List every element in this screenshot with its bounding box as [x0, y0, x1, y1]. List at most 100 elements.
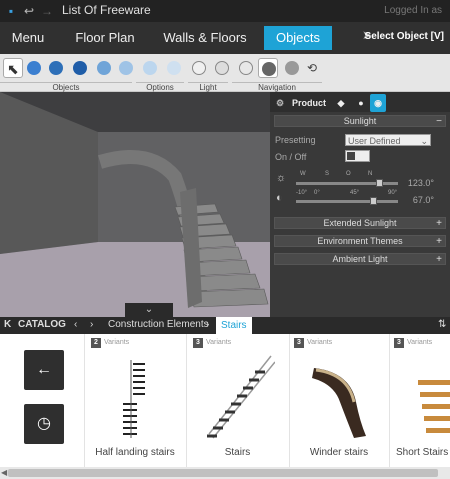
- half-landing-stairs-image: [123, 360, 145, 438]
- title-bar: ▪ ↩ → List Of Freeware Logged In as: [0, 0, 450, 22]
- breadcrumb-separator: ›: [206, 319, 210, 330]
- collapse-catalog-icon[interactable]: ⌄: [125, 303, 173, 317]
- altitude-label-max: 90°: [388, 190, 398, 196]
- altitude-value: 67.0°: [412, 195, 434, 205]
- altitude-slider-track[interactable]: [296, 200, 398, 203]
- compass-label-o: O: [346, 171, 351, 177]
- move-tool-icon[interactable]: [24, 58, 44, 78]
- forward-chevron-icon[interactable]: ›: [90, 319, 93, 330]
- catalog-item-half-landing-stairs[interactable]: 2 Variants Half landing stairs: [84, 334, 185, 467]
- tab-product[interactable]: Product: [292, 94, 326, 112]
- presetting-select[interactable]: User Defined ⌄: [345, 134, 431, 146]
- save-icon[interactable]: ▪: [4, 4, 18, 18]
- ambient-light-section[interactable]: Ambient Light +: [274, 253, 446, 265]
- menu-tab-menu[interactable]: Menu: [0, 22, 56, 54]
- sun-azimuth-icon: ☼: [276, 172, 287, 184]
- light-tab-icon[interactable]: ●: [354, 94, 368, 112]
- 3d-scene: [0, 92, 270, 317]
- sunlight-section-header[interactable]: Sunlight −: [274, 115, 446, 127]
- undo-icon[interactable]: ↩: [22, 4, 36, 18]
- scroll-left-icon[interactable]: ◀: [1, 468, 7, 477]
- altitude-label-min: -10°: [296, 190, 308, 196]
- sun-altitude-icon: ◐: [276, 192, 283, 204]
- variant-count-badge: 3: [394, 338, 404, 348]
- catalog-scrollbar[interactable]: ◀: [0, 467, 450, 479]
- paint-tool-icon[interactable]: [94, 58, 114, 78]
- menu-tab-objects[interactable]: Objects: [264, 26, 332, 50]
- toolbar-group-navigation: Navigation: [232, 82, 322, 92]
- variant-count-badge: 3: [193, 338, 203, 348]
- options-tool-icon[interactable]: [140, 58, 160, 78]
- item-name: Stairs: [224, 447, 251, 458]
- compass-label-w: W: [300, 171, 306, 177]
- environment-themes-title: Environment Themes: [317, 236, 403, 246]
- onoff-label: On / Off: [275, 152, 307, 162]
- 3d-viewport[interactable]: ⌄: [0, 92, 270, 317]
- sunlight-toggle[interactable]: [345, 150, 370, 162]
- menu-tab-walls-floors[interactable]: Walls & Floors: [158, 22, 252, 54]
- winder-stairs-image: [312, 368, 366, 438]
- breadcrumb-construction-elements[interactable]: Construction Elements: [108, 319, 209, 330]
- ambient-light-title: Ambient Light: [332, 254, 388, 264]
- altitude-slider-handle[interactable]: [370, 197, 377, 205]
- toolbar-group-light: Light: [188, 82, 228, 92]
- panel-tabs: ⚙ Product ◆ ● ◉: [270, 92, 450, 112]
- azimuth-slider-handle[interactable]: [376, 179, 383, 187]
- elevate-tool-icon[interactable]: [70, 58, 90, 78]
- product-tab-icon[interactable]: ⚙: [276, 94, 284, 112]
- menu-tab-floor-plan[interactable]: Floor Plan: [66, 22, 144, 54]
- compass-label-s: S: [325, 171, 330, 177]
- catalog-label: CATALOG: [18, 319, 66, 330]
- redo-icon[interactable]: →: [40, 4, 54, 18]
- sort-icon[interactable]: ⇅: [438, 319, 446, 330]
- stairs-image: [207, 355, 275, 439]
- snap-tool-icon[interactable]: [164, 58, 184, 78]
- history-clock-button[interactable]: ◷: [24, 404, 64, 444]
- toolbar-group-objects: Objects: [0, 82, 132, 92]
- azimuth-value: 123.0°: [407, 178, 434, 188]
- back-chevron-icon[interactable]: ‹: [74, 319, 77, 330]
- window-title: List Of Freeware: [62, 3, 151, 17]
- expand-plus-icon[interactable]: +: [436, 218, 442, 229]
- material-tab-icon[interactable]: ◆: [334, 94, 348, 112]
- altitude-label-mid: 45°: [350, 190, 360, 196]
- sunlight-collapse-icon[interactable]: −: [436, 116, 442, 127]
- select-object-label[interactable]: Select Object [V]: [365, 31, 444, 42]
- properties-panel: ⚙ Product ◆ ● ◉ Sunlight − Presetting Us…: [270, 92, 450, 317]
- select-tool-icon[interactable]: ⬉: [3, 58, 23, 78]
- objects-toolbar: ⬉ ⟲ Objects Options Light Navigation: [0, 54, 450, 92]
- light-type-icon[interactable]: [236, 58, 256, 78]
- light-bulb-icon[interactable]: [189, 58, 209, 78]
- presetting-label: Presetting: [275, 135, 316, 145]
- login-status[interactable]: Logged In as: [384, 5, 442, 16]
- rotate-tool-icon[interactable]: [46, 58, 66, 78]
- variant-count-badge: 2: [91, 338, 101, 348]
- short-stairs-image: [418, 380, 450, 433]
- scrollbar-thumb[interactable]: [8, 469, 438, 477]
- variant-count-badge: 3: [294, 338, 304, 348]
- catalog-breadcrumb-bar: K CATALOG ‹ › Construction Elements › St…: [0, 317, 450, 334]
- light-settings-icon[interactable]: [212, 58, 232, 78]
- item-name: Short Stairs: [396, 447, 449, 458]
- duplicate-tool-icon[interactable]: [116, 58, 136, 78]
- catalog-item-short-stairs[interactable]: 3 Variants Short Stairs: [389, 334, 450, 467]
- back-arrow-button[interactable]: ←: [24, 350, 64, 390]
- toolbar-group-options: Options: [136, 82, 184, 92]
- variant-label: Variants: [407, 339, 433, 346]
- expand-plus-icon[interactable]: +: [436, 236, 442, 247]
- catalog-item-winder-stairs[interactable]: 3 Variants Winder stairs: [289, 334, 388, 467]
- environment-tab-icon[interactable]: ◉: [370, 94, 386, 112]
- environment-themes-section[interactable]: Environment Themes +: [274, 235, 446, 247]
- catalog-item-stairs[interactable]: 3 Variants Stairs: [186, 334, 288, 467]
- expand-plus-icon[interactable]: +: [436, 254, 442, 265]
- zoom-icon[interactable]: [282, 58, 302, 78]
- breadcrumb-stairs-tab[interactable]: Stairs: [216, 317, 252, 334]
- extended-sunlight-section[interactable]: Extended Sunlight +: [274, 217, 446, 229]
- main-menu-bar: Menu Floor Plan Walls & Floors Objects ➤…: [0, 22, 450, 54]
- variant-label: Variants: [206, 339, 232, 346]
- catalog-k-icon: K: [4, 319, 12, 330]
- item-name: Half landing stairs: [95, 447, 175, 458]
- catalog-panel: ← ◷ 2 Variants Half landing stairs 3 Varia…: [0, 334, 450, 467]
- reset-view-icon[interactable]: ⟲: [304, 58, 324, 78]
- navigation-walk-icon[interactable]: [258, 58, 278, 78]
